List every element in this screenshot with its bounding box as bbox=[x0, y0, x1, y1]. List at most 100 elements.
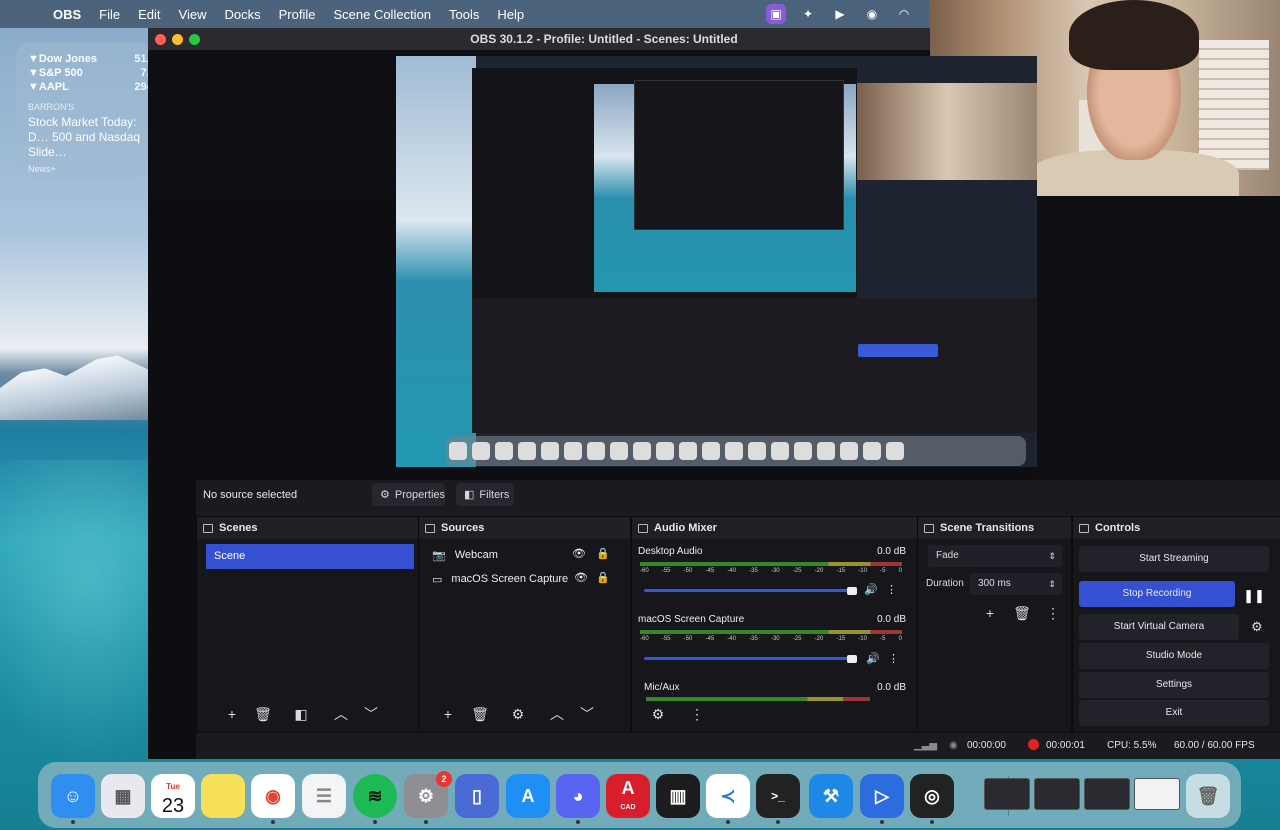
screen-recorder-icon[interactable]: ▷ bbox=[860, 774, 904, 818]
menu-app-name[interactable]: OBS bbox=[44, 7, 90, 22]
visibility-eye-icon[interactable]: 👁 bbox=[572, 547, 586, 560]
studio-mode-button[interactable]: Studio Mode bbox=[1079, 643, 1269, 669]
scene-filters-button[interactable]: ◧ bbox=[290, 703, 312, 725]
visibility-eye-icon[interactable]: 👁 bbox=[574, 571, 588, 584]
piano-app-icon[interactable]: ▥ bbox=[656, 774, 700, 818]
preview-canvas[interactable] bbox=[396, 56, 1037, 467]
menu-tools[interactable]: Tools bbox=[440, 7, 488, 22]
menu-view[interactable]: View bbox=[170, 7, 216, 22]
volume-meter bbox=[640, 630, 902, 634]
chrome-icon[interactable]: ◉ bbox=[251, 774, 295, 818]
mixer-menu-button[interactable]: ⋮ bbox=[686, 703, 708, 725]
volume-slider[interactable] bbox=[644, 657, 852, 660]
obs-icon[interactable]: ◎ bbox=[910, 774, 954, 818]
minimized-window[interactable] bbox=[1134, 778, 1180, 810]
start-streaming-button[interactable]: Start Streaming bbox=[1079, 546, 1269, 572]
channel-name: Mic/Aux bbox=[644, 682, 680, 693]
source-properties-button[interactable]: ⚙ bbox=[507, 703, 529, 725]
trash-icon[interactable]: 🗑 bbox=[1186, 774, 1230, 818]
status-bar: ▁▃▅ ◉ 00:00:00 00:00:01 CPU: 5.5% 60.00 … bbox=[196, 733, 1280, 759]
move-source-up-button[interactable]: ︿ bbox=[546, 703, 568, 725]
lock-icon[interactable]: 🔒 bbox=[596, 571, 610, 584]
notes-icon[interactable] bbox=[201, 774, 245, 818]
transition-menu-button[interactable]: ⋮ bbox=[1042, 602, 1064, 624]
channel-db: 0.0 dB bbox=[877, 682, 906, 693]
add-scene-button[interactable]: + bbox=[221, 703, 243, 725]
move-scene-down-button[interactable]: ﹀ bbox=[360, 703, 382, 725]
fps-readout: 60.00 / 60.00 FPS bbox=[1174, 740, 1255, 751]
menu-scene-collection[interactable]: Scene Collection bbox=[324, 7, 440, 22]
add-source-button[interactable]: + bbox=[437, 703, 459, 725]
xcode-icon[interactable]: ⚒ bbox=[809, 774, 853, 818]
remove-source-button[interactable]: 🗑 bbox=[469, 703, 491, 725]
system-settings-icon[interactable]: ⚙ 2 bbox=[404, 771, 452, 818]
stock-row: ▼S&P 5007,365 bbox=[28, 67, 152, 79]
signal-bars-icon: ▁▃▅ bbox=[914, 740, 938, 751]
source-item-webcam[interactable]: 📷 Webcam bbox=[432, 544, 498, 566]
screen-mirroring-icon[interactable]: ▣ bbox=[766, 4, 786, 24]
mixer-settings-button[interactable]: ⚙ bbox=[647, 703, 669, 725]
iphone-mirroring-icon[interactable]: ▯ bbox=[455, 774, 499, 818]
news-headline[interactable]: Stock Market Today: D… 500 and Nasdaq Sl… bbox=[28, 115, 152, 160]
properties-button[interactable]: ⚙ Properties bbox=[372, 483, 445, 506]
vscode-icon[interactable]: ≺ bbox=[706, 774, 750, 818]
minimized-window[interactable] bbox=[1084, 778, 1130, 810]
channel-menu-icon[interactable]: ⋮ bbox=[886, 583, 897, 596]
nested-dock bbox=[446, 436, 1026, 466]
dropbox-icon[interactable]: ✦ bbox=[798, 4, 818, 24]
remove-scene-button[interactable]: 🗑 bbox=[252, 703, 274, 725]
settings-button[interactable]: Settings bbox=[1079, 672, 1269, 698]
duration-input[interactable]: 300 ms ⇕ bbox=[970, 573, 1062, 595]
virtual-camera-settings-icon[interactable]: ⚙ bbox=[1251, 619, 1263, 635]
pause-recording-button[interactable]: ❚❚ bbox=[1240, 585, 1268, 607]
menu-docks[interactable]: Docks bbox=[215, 7, 269, 22]
stream-time: 00:00:00 bbox=[967, 740, 1006, 751]
menu-profile[interactable]: Profile bbox=[270, 7, 325, 22]
calendar-icon[interactable]: Tue 23 bbox=[151, 774, 195, 818]
minimized-window[interactable] bbox=[1034, 778, 1080, 810]
lock-icon[interactable]: 🔒 bbox=[596, 547, 610, 560]
zoom-window-button[interactable] bbox=[189, 34, 200, 45]
minimized-window[interactable] bbox=[984, 778, 1030, 810]
finder-icon[interactable]: ☺ bbox=[51, 774, 95, 818]
remove-transition-button[interactable]: 🗑 bbox=[1011, 602, 1033, 624]
channel-menu-icon[interactable]: ⋮ bbox=[888, 652, 899, 665]
spotify-icon[interactable]: ≋ bbox=[353, 774, 397, 818]
play-circle-icon[interactable]: ▶ bbox=[830, 4, 850, 24]
volume-slider-handle[interactable] bbox=[847, 655, 857, 663]
menu-help[interactable]: Help bbox=[488, 7, 533, 22]
mixer-channel-screen-capture: macOS Screen Capture 0.0 dB -60 -55 -50 -45… bbox=[638, 614, 908, 674]
add-transition-button[interactable]: + bbox=[979, 602, 1001, 624]
stepper-icon[interactable]: ⇕ bbox=[1048, 573, 1056, 595]
reminders-icon[interactable]: ☰ bbox=[302, 774, 346, 818]
menu-file[interactable]: File bbox=[90, 7, 129, 22]
channel-name: Desktop Audio bbox=[638, 546, 703, 557]
scene-transitions-title: Scene Transitions bbox=[918, 517, 1071, 539]
stocks-widget[interactable]: ▼Dow Jones51,667 ▼S&P 5007,365 ▼AAPL294.… bbox=[16, 42, 152, 178]
stop-recording-button[interactable]: Stop Recording bbox=[1079, 581, 1235, 607]
speaker-icon[interactable]: 🔊 bbox=[864, 583, 878, 596]
terminal-icon[interactable]: >_ bbox=[756, 774, 800, 818]
move-scene-up-button[interactable]: ︿ bbox=[330, 703, 352, 725]
exit-button[interactable]: Exit bbox=[1079, 700, 1269, 726]
app-store-icon[interactable]: A bbox=[506, 774, 550, 818]
discord-icon[interactable]: ◕ bbox=[556, 774, 600, 818]
news-plus-label: News+ bbox=[28, 164, 56, 174]
wifi-icon[interactable]: ◠ bbox=[894, 4, 914, 24]
volume-slider-handle[interactable] bbox=[847, 587, 857, 595]
duration-label: Duration bbox=[926, 578, 964, 589]
source-item-screen-capture[interactable]: ▭ macOS Screen Capture bbox=[432, 568, 568, 590]
close-window-button[interactable] bbox=[155, 34, 166, 45]
acrobat-icon[interactable]: A CAD bbox=[606, 774, 650, 818]
menu-edit[interactable]: Edit bbox=[129, 7, 169, 22]
launchpad-icon[interactable]: ▦ bbox=[101, 774, 145, 818]
move-source-down-button[interactable]: ﹀ bbox=[576, 703, 598, 725]
scene-list-item[interactable]: Scene bbox=[206, 544, 414, 569]
transition-select[interactable]: Fade ⇕ bbox=[928, 545, 1062, 567]
obs-status-icon[interactable]: ◉ bbox=[862, 4, 882, 24]
start-virtual-camera-button[interactable]: Start Virtual Camera bbox=[1079, 614, 1239, 640]
speaker-icon[interactable]: 🔊 bbox=[866, 652, 880, 665]
volume-slider[interactable] bbox=[644, 589, 852, 592]
minimize-window-button[interactable] bbox=[172, 34, 183, 45]
filters-button[interactable]: ◧ Filters bbox=[456, 483, 514, 506]
